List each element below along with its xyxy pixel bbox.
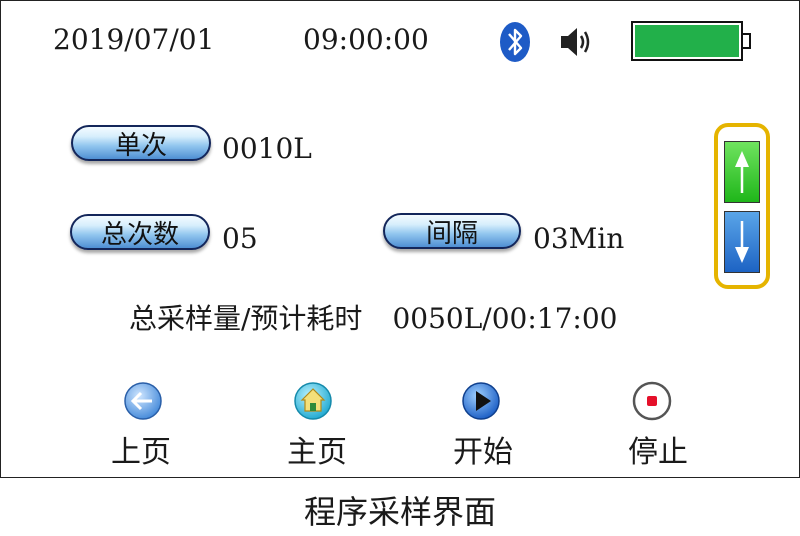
battery-tip (743, 33, 751, 49)
interval-label: 间隔 (425, 218, 478, 249)
battery-level-fill (635, 25, 739, 57)
summary-label: 总采样量/预计耗时 (129, 302, 363, 335)
prev-page-label[interactable]: 上页 (91, 427, 191, 471)
home-icon[interactable] (293, 381, 333, 421)
single-volume-label: 单次 (114, 130, 167, 161)
interval-button[interactable]: 间隔 (383, 213, 521, 249)
scroll-up-button[interactable] (724, 141, 760, 203)
play-icon[interactable] (461, 381, 501, 421)
battery-icon (631, 21, 743, 61)
speaker-icon (561, 28, 590, 56)
total-count-button[interactable]: 总次数 (70, 214, 210, 250)
figure-caption: 程序采样界面 (303, 493, 496, 531)
total-count-label: 总次数 (100, 219, 179, 250)
summary-value: 0050L/00:17:00 (392, 302, 618, 335)
interval-value: 03Min (533, 222, 625, 255)
home-label[interactable]: 主页 (267, 427, 367, 471)
single-volume-button[interactable]: 单次 (71, 125, 211, 161)
start-label[interactable]: 开始 (433, 427, 533, 471)
back-arrow-icon[interactable] (123, 381, 163, 421)
scroll-down-button[interactable] (724, 211, 760, 273)
single-volume-value: 0010L (222, 132, 312, 165)
stop-label[interactable]: 停止 (608, 427, 708, 471)
arrow-down-icon (735, 221, 749, 263)
device-screen: 2019/07/01 09:00:00 单次 0010L 总次数 05 间隔 0… (0, 0, 800, 478)
scroll-control (714, 123, 770, 289)
stop-icon[interactable] (632, 381, 672, 421)
summary-line: 总采样量/预计耗时 0050L/00:17:00 (129, 297, 617, 337)
arrow-up-icon (735, 151, 749, 193)
time-display: 09:00:00 (303, 23, 429, 56)
total-count-value: 05 (222, 222, 258, 255)
date-display: 2019/07/01 (53, 23, 215, 56)
bluetooth-icon (500, 22, 530, 62)
